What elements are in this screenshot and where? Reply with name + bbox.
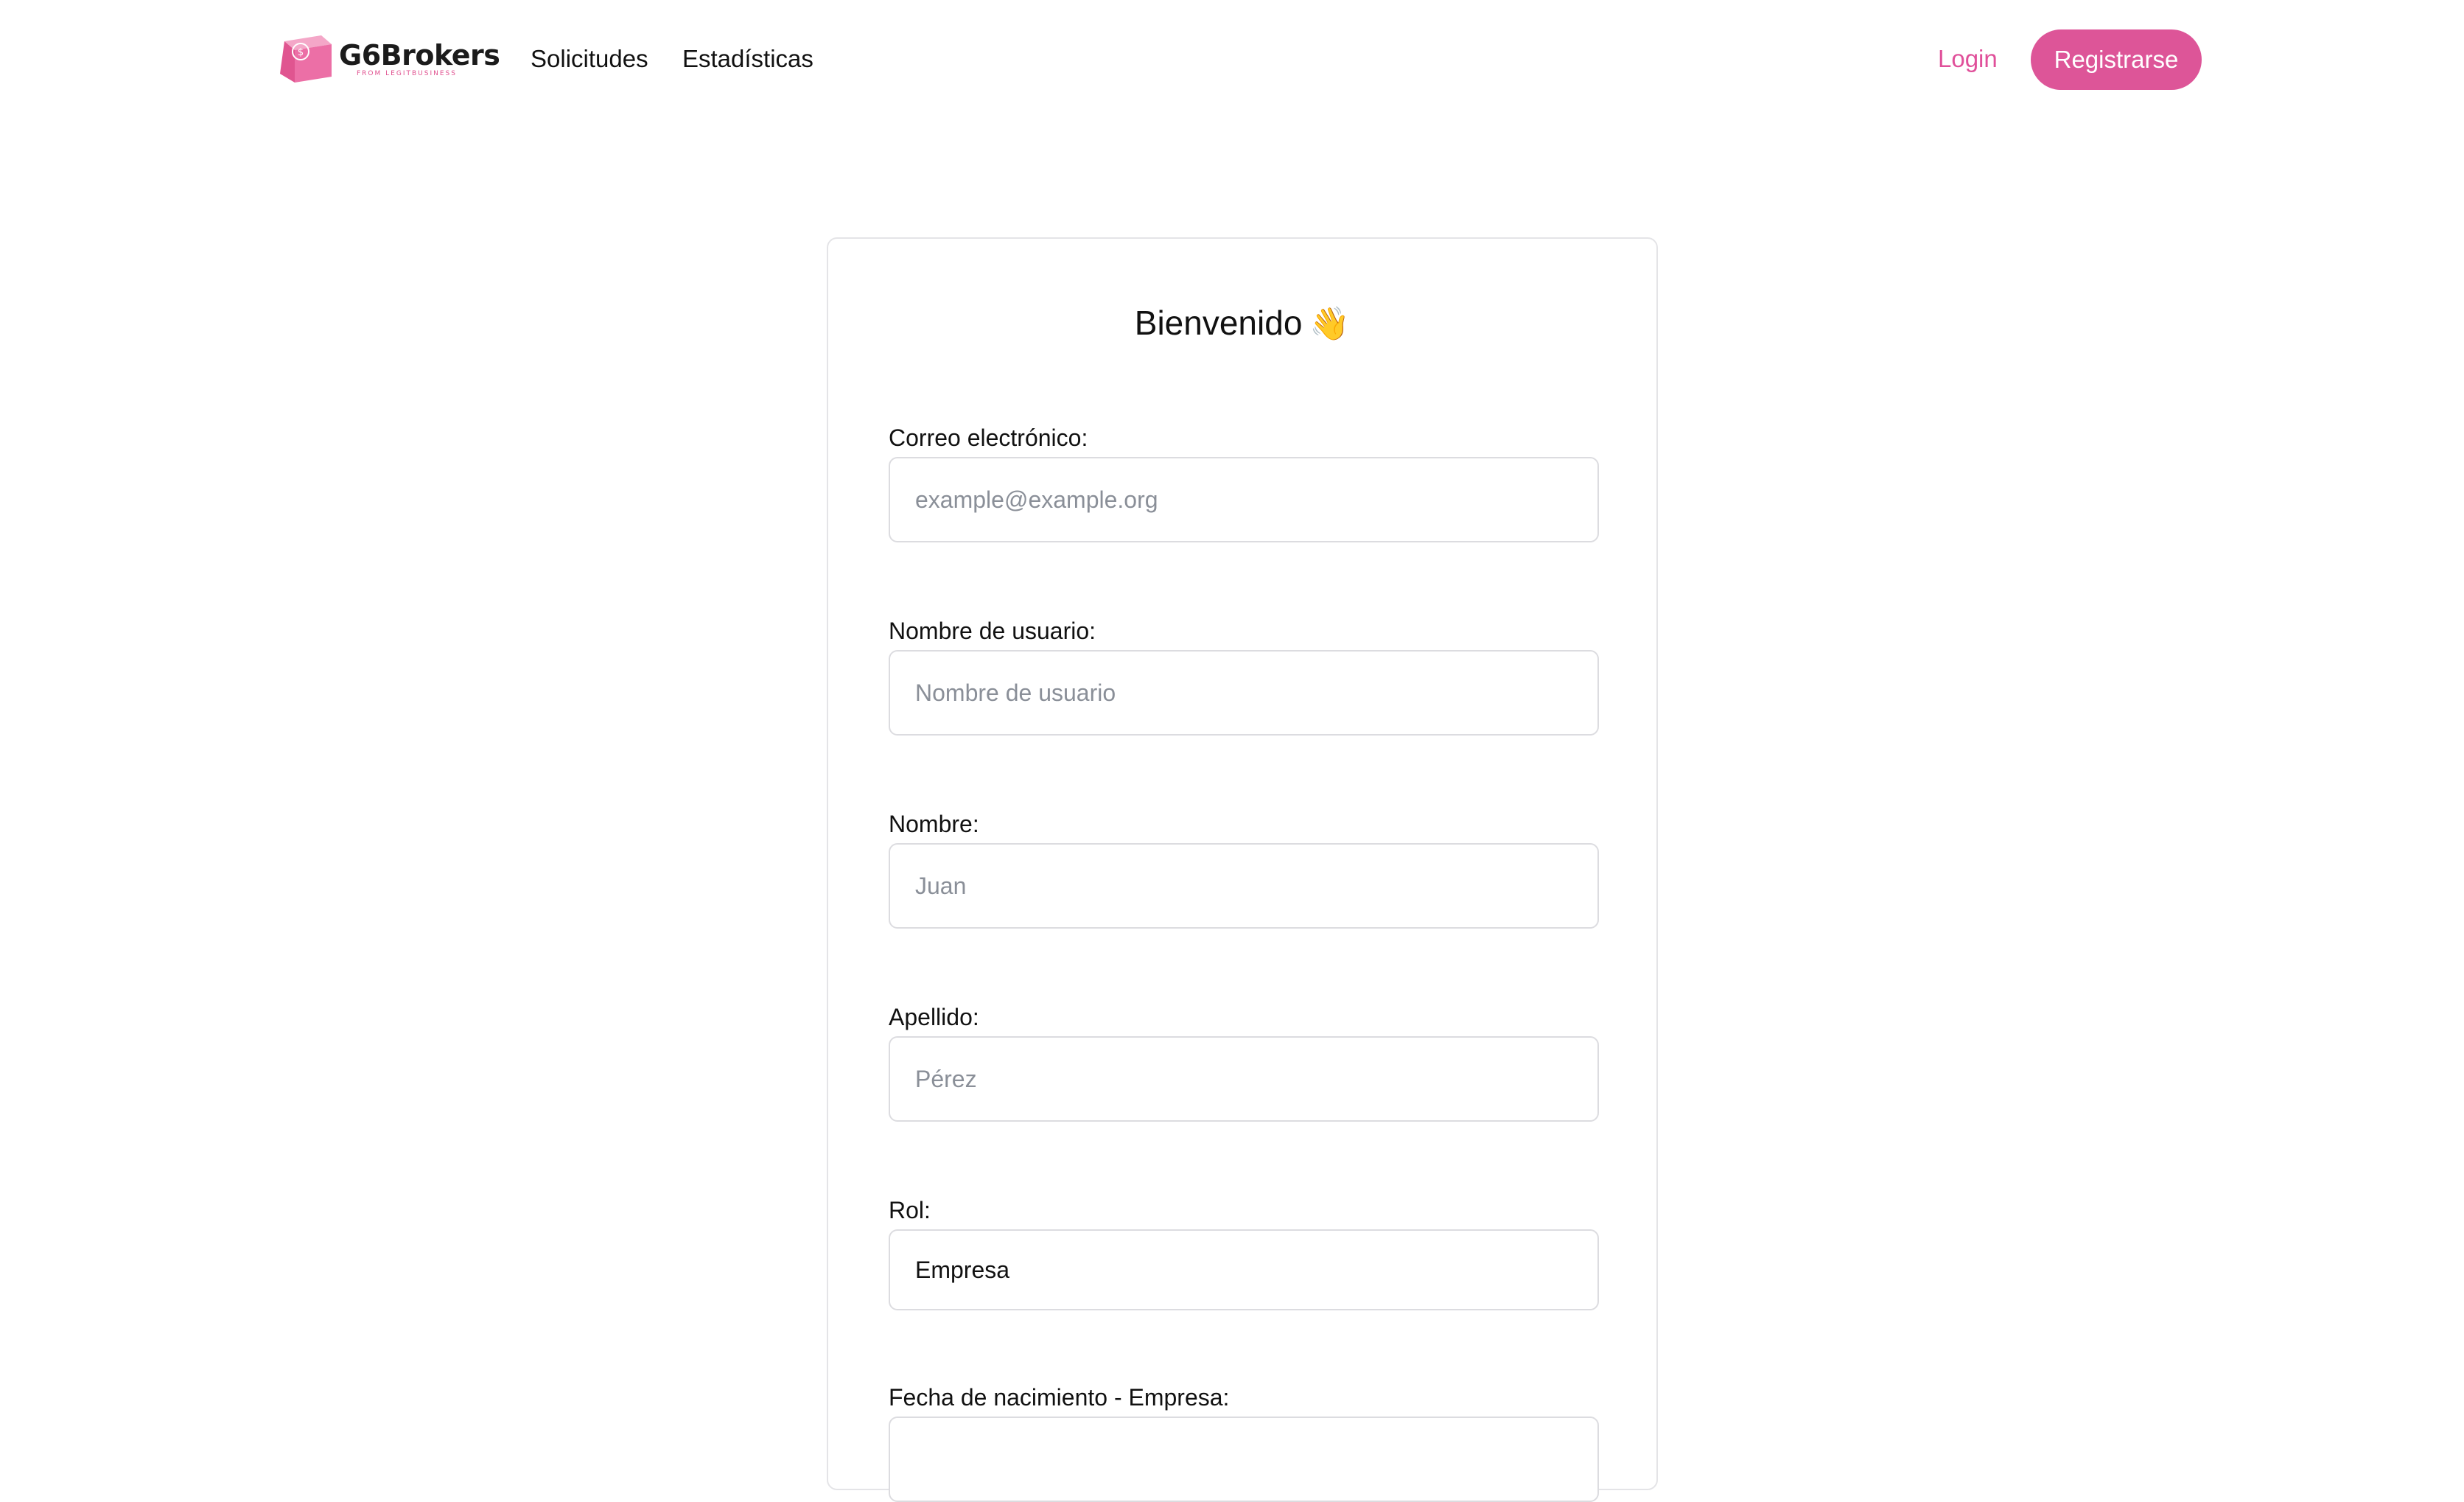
brand-name: G6Brokers (339, 38, 500, 71)
first-name-field[interactable]: Juan (889, 843, 1599, 929)
brand-logo-link[interactable]: $ G6Brokers FROM LEGITBUSINESS (279, 32, 500, 85)
register-button[interactable]: Registrarse (2031, 29, 2202, 90)
waving-hand-icon: 👋 (1309, 305, 1351, 343)
brand-tagline: FROM LEGITBUSINESS (357, 69, 457, 77)
login-link[interactable]: Login (1938, 43, 1998, 75)
nav-estadisticas-link[interactable]: Estadísticas (682, 43, 813, 75)
birthdate-field[interactable] (889, 1417, 1599, 1502)
last-name-label: Apellido: (889, 1004, 979, 1030)
first-name-label: Nombre: (889, 811, 979, 837)
top-navbar: $ G6Brokers FROM LEGITBUSINESS Solicitud… (0, 0, 2464, 118)
birthdate-label: Fecha de nacimiento - Empresa: (889, 1384, 1230, 1411)
role-label: Rol: (889, 1197, 931, 1223)
username-label: Nombre de usuario: (889, 618, 1096, 644)
email-label: Correo electrónico: (889, 425, 1088, 451)
role-selected-value: Empresa (915, 1256, 1010, 1283)
register-form-card: Bienvenido 👋 Correo electrónico: example@… (827, 237, 1658, 1502)
form-title-text: Bienvenido (1134, 304, 1303, 342)
nav-solicitudes-link[interactable]: Solicitudes (531, 43, 648, 75)
brand-cube-icon: $ (279, 34, 333, 84)
last-name-field[interactable]: Pérez (889, 1036, 1599, 1122)
email-field[interactable]: example@example.org (889, 457, 1599, 542)
last-name-placeholder: Pérez (915, 1065, 977, 1092)
svg-text:$: $ (298, 47, 304, 58)
username-placeholder: Nombre de usuario (915, 679, 1116, 706)
first-name-placeholder: Juan (915, 872, 967, 899)
email-placeholder: example@example.org (915, 486, 1158, 513)
form-title: Bienvenido 👋 (828, 301, 1656, 346)
username-field[interactable]: Nombre de usuario (889, 650, 1599, 736)
role-select[interactable]: Empresa (889, 1229, 1599, 1310)
